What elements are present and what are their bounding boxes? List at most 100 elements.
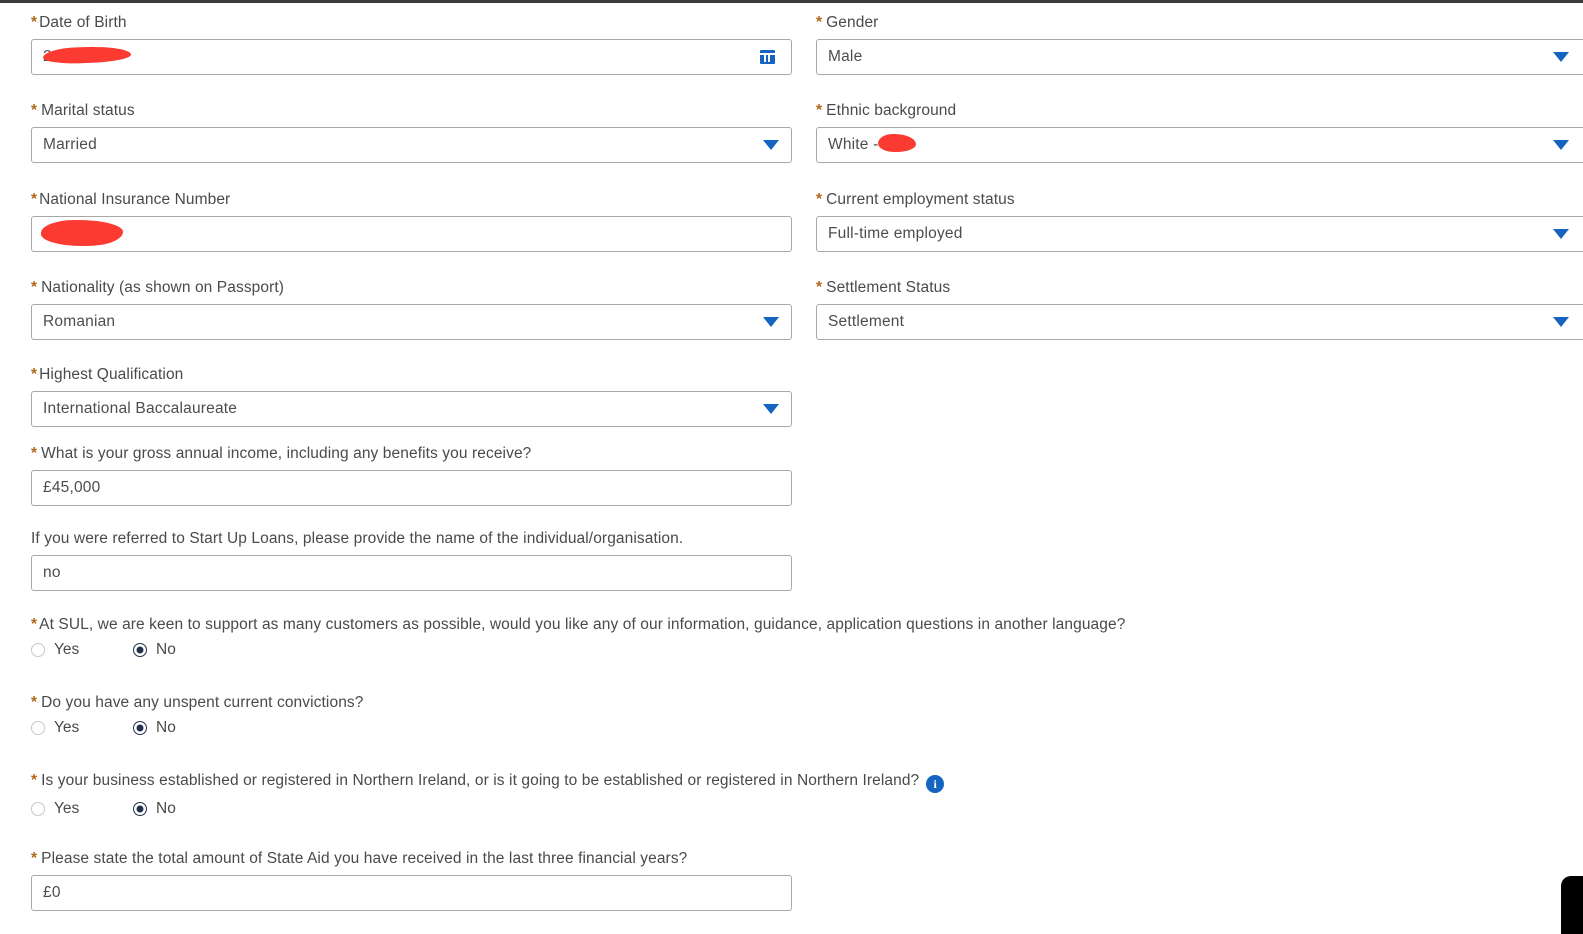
radio-group-another-language: Yes No [31,641,1231,659]
chevron-down-icon[interactable] [1553,140,1569,150]
marital-status-value: Married [43,136,97,153]
field-marital-status: * Marital status Married [31,102,792,163]
radio-option-northern-ireland-no[interactable]: No [133,800,176,818]
label-date-of-birth: * Date of Birth [31,14,792,32]
radio-label: No [156,719,176,736]
radio-label: No [156,800,176,817]
calendar-icon[interactable] [760,50,775,64]
field-gender: * Gender Male [816,14,1583,75]
date-of-birth-input[interactable]: 2 7 [31,39,792,75]
field-nationality: * Nationality (as shown on Passport) Roma… [31,279,792,340]
radio-option-another-language-no[interactable]: No [133,641,176,659]
required-asterisk: * [816,102,823,119]
label-another-language: * At SUL, we are keen to support as many … [31,616,1231,634]
highest-qualification-value: International Baccalaureate [43,400,238,417]
label-highest-qualification: * Highest Qualification [31,366,792,384]
field-date-of-birth: * Date of Birth 2 7 [31,14,792,75]
label-text: At SUL, we are keen to support as many c… [39,616,1126,633]
radio-label: Yes [54,719,80,736]
radio-group-unspent-convictions: Yes No [31,719,1231,737]
label-state-aid-total: * Please state the total amount of State … [31,850,792,868]
question-northern-ireland-business: * Is your business established or registe… [31,772,1231,818]
date-of-birth-value: 2 7 [43,48,66,65]
radio-option-unspent-convictions-yes[interactable]: Yes [31,719,133,737]
highest-qualification-select[interactable]: International Baccalaureate [31,391,792,427]
label-text: Nationality (as shown on Passport) [41,279,285,296]
nationality-value: Romanian [43,313,116,330]
field-gross-annual-income: * What is your gross annual income, inclu… [31,445,792,506]
radio-option-unspent-convictions-no[interactable]: No [133,719,176,737]
radio-option-another-language-yes[interactable]: Yes [31,641,133,659]
label-text: Settlement Status [826,279,951,296]
radio-button-icon-selected[interactable] [133,802,147,816]
label-text: Marital status [41,102,135,119]
label-marital-status: * Marital status [31,102,792,120]
radio-button-icon-selected[interactable] [133,721,147,735]
referral-name-input[interactable]: no [31,555,792,591]
current-employment-status-select[interactable]: Full-time employed [816,216,1583,252]
required-asterisk: * [816,279,823,296]
ethnic-background-value: White - [828,136,879,153]
ethnic-background-select[interactable]: White - [816,127,1583,163]
floating-chat-widget[interactable] [1561,876,1583,934]
field-referral-name: If you were referred to Start Up Loans, … [31,530,792,591]
redaction-overlay-national-insurance-number [41,220,123,246]
label-national-insurance-number: * National Insurance Number [31,191,792,209]
radio-button-icon[interactable] [31,643,45,657]
marital-status-select[interactable]: Married [31,127,792,163]
required-asterisk: * [31,366,38,383]
label-unspent-convictions: * Do you have any unspent current convict… [31,694,1231,712]
label-text: Is your business established or register… [41,772,920,789]
label-text: If you were referred to Start Up Loans, … [31,530,684,547]
required-asterisk: * [31,445,38,462]
national-insurance-number-input[interactable] [31,216,792,252]
label-gross-annual-income: * What is your gross annual income, inclu… [31,445,792,463]
label-text: Gender [826,14,879,31]
label-current-employment-status: * Current employment status [816,191,1583,209]
label-text: Ethnic background [826,102,957,119]
label-text: What is your gross annual income, includ… [41,445,532,462]
required-asterisk: * [31,694,38,711]
redaction-overlay-ethnic-background [878,134,916,152]
question-another-language: * At SUL, we are keen to support as many … [31,616,1231,659]
settlement-status-select[interactable]: Settlement [816,304,1583,340]
radio-button-icon-selected[interactable] [133,643,147,657]
label-northern-ireland-business: * Is your business established or registe… [31,772,1231,793]
referral-name-value: no [43,564,61,581]
gender-select[interactable]: Male [816,39,1583,75]
required-asterisk: * [31,616,38,633]
label-nationality: * Nationality (as shown on Passport) [31,279,792,297]
required-asterisk: * [31,850,38,867]
info-icon[interactable]: i [926,775,945,793]
required-asterisk: * [31,772,38,789]
required-asterisk: * [31,191,38,208]
settlement-status-value: Settlement [828,313,905,330]
chevron-down-icon[interactable] [1553,229,1569,239]
state-aid-total-input[interactable]: £0 [31,875,792,911]
current-employment-status-value: Full-time employed [828,225,963,242]
field-current-employment-status: * Current employment status Full-time emp… [816,191,1583,252]
chevron-down-icon[interactable] [1553,317,1569,327]
label-text: Current employment status [826,191,1015,208]
field-settlement-status: * Settlement Status Settlement [816,279,1583,340]
chevron-down-icon[interactable] [763,404,779,414]
question-unspent-convictions: * Do you have any unspent current convict… [31,694,1231,737]
radio-button-icon[interactable] [31,802,45,816]
gross-annual-income-input[interactable]: £45,000 [31,470,792,506]
radio-option-northern-ireland-yes[interactable]: Yes [31,800,133,818]
label-text: Do you have any unspent current convicti… [41,694,364,711]
nationality-select[interactable]: Romanian [31,304,792,340]
label-text: National Insurance Number [39,191,231,208]
required-asterisk: * [31,14,38,31]
label-text: Please state the total amount of State A… [41,850,688,867]
radio-button-icon[interactable] [31,721,45,735]
chevron-down-icon[interactable] [763,140,779,150]
chevron-down-icon[interactable] [1553,52,1569,62]
field-state-aid-total: * Please state the total amount of State … [31,850,792,911]
chevron-down-icon[interactable] [763,317,779,327]
radio-group-northern-ireland-business: Yes No [31,800,1231,818]
required-asterisk: * [816,191,823,208]
state-aid-total-value: £0 [43,884,61,901]
field-highest-qualification: * Highest Qualification International Bac… [31,366,792,427]
required-asterisk: * [31,279,38,296]
